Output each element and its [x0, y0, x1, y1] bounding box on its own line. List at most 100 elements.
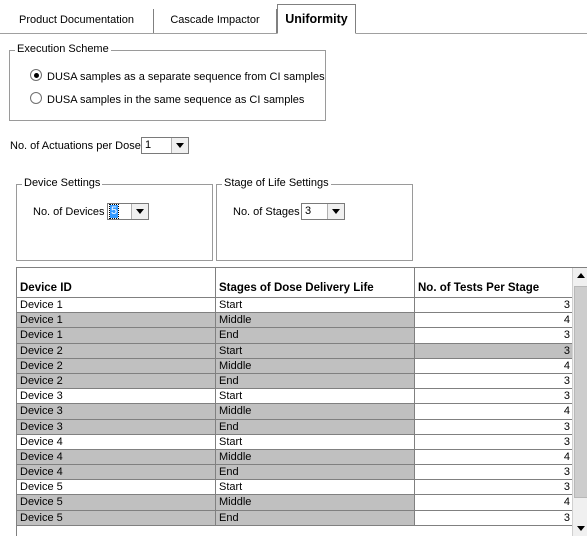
- cell-device-id[interactable]: Device 4: [17, 449, 216, 466]
- cell-tests-per-stage[interactable]: 3: [415, 480, 573, 496]
- cell-text: 4: [563, 496, 570, 509]
- cell-tests-per-stage[interactable]: 4: [415, 495, 573, 511]
- devices-value: 5: [108, 204, 120, 219]
- scrollbar-thumb[interactable]: [574, 286, 587, 498]
- radio-button-checked-icon[interactable]: [30, 69, 42, 81]
- cell-stage[interactable]: End: [216, 328, 415, 344]
- cell-stage[interactable]: Middle: [216, 404, 415, 420]
- device-stage-table[interactable]: Device ID Stages of Dose Delivery Life N…: [16, 267, 587, 536]
- dropdown-button[interactable]: [131, 204, 148, 219]
- cell-tests-per-stage[interactable]: 3: [415, 434, 573, 450]
- stages-dropdown[interactable]: 3: [301, 203, 345, 220]
- cell-text: Device 1: [20, 314, 63, 327]
- dropdown-button[interactable]: [171, 138, 188, 153]
- scroll-up-button[interactable]: [573, 268, 587, 283]
- cell-text: 3: [563, 435, 570, 448]
- cell-device-id[interactable]: Device 1: [17, 328, 216, 344]
- table-row[interactable]: Device 2 End 3: [17, 373, 573, 390]
- cell-device-id[interactable]: Device 1: [17, 313, 216, 329]
- cell-device-id[interactable]: Device 3: [17, 389, 216, 405]
- cell-tests-per-stage[interactable]: 3: [415, 465, 573, 481]
- table-row[interactable]: Device 5 End 3: [17, 510, 573, 526]
- cell-device-id[interactable]: Device 5: [17, 495, 216, 511]
- radio-separate-sequence[interactable]: DUSA samples as a separate sequence from…: [30, 69, 325, 83]
- cell-text: Device 4: [20, 466, 63, 479]
- cell-tests-per-stage[interactable]: 4: [415, 404, 573, 420]
- table-row[interactable]: Device 2 Middle 4: [17, 358, 573, 374]
- cell-text: Device 3: [20, 390, 63, 403]
- cell-device-id[interactable]: Device 2: [17, 373, 216, 390]
- cell-device-id[interactable]: Device 3: [17, 404, 216, 420]
- table-row[interactable]: Device 4 End 3: [17, 465, 573, 481]
- cell-text: Device 2: [20, 344, 63, 357]
- cell-tests-per-stage[interactable]: 3: [415, 373, 573, 390]
- table-row[interactable]: Device 1 Start 3: [17, 298, 573, 314]
- cell-text: 3: [563, 420, 570, 433]
- radio-same-sequence[interactable]: DUSA samples in the same sequence as CI …: [30, 92, 304, 106]
- cell-tests-per-stage[interactable]: 3: [415, 298, 573, 314]
- cell-stage[interactable]: End: [216, 373, 415, 390]
- cell-stage[interactable]: Start: [216, 434, 415, 450]
- table-row[interactable]: Device 2 Start 3: [17, 343, 573, 359]
- radio-button-icon[interactable]: [30, 92, 42, 104]
- cell-stage[interactable]: Middle: [216, 495, 415, 511]
- cell-device-id[interactable]: Device 5: [17, 510, 216, 526]
- cell-stage[interactable]: End: [216, 465, 415, 481]
- table-row[interactable]: Device 1 End 3: [17, 328, 573, 344]
- cell-tests-per-stage[interactable]: 4: [415, 358, 573, 374]
- cell-stage[interactable]: Middle: [216, 449, 415, 466]
- cell-tests-per-stage[interactable]: 3: [415, 419, 573, 435]
- cell-tests-per-stage[interactable]: 3: [415, 328, 573, 344]
- cell-text: 4: [563, 314, 570, 327]
- cell-device-id[interactable]: Device 5: [17, 480, 216, 496]
- cell-tests-per-stage[interactable]: 3: [415, 389, 573, 405]
- tab-product-documentation[interactable]: Product Documentation: [0, 9, 154, 33]
- table-row[interactable]: Device 5 Start 3: [17, 480, 573, 496]
- table-row[interactable]: Device 1 Middle 4: [17, 313, 573, 329]
- arrow-down-icon: [577, 526, 585, 531]
- cell-tests-per-stage[interactable]: 4: [415, 449, 573, 466]
- cell-text: 4: [563, 405, 570, 418]
- cell-stage[interactable]: Middle: [216, 358, 415, 374]
- tab-label: Uniformity: [285, 12, 348, 26]
- table-row[interactable]: Device 3 Start 3: [17, 389, 573, 405]
- cell-stage[interactable]: End: [216, 419, 415, 435]
- table-row[interactable]: Device 5 Middle 4: [17, 495, 573, 511]
- cell-text: 3: [563, 299, 570, 311]
- cell-tests-per-stage[interactable]: 3: [415, 510, 573, 526]
- cell-text: Middle: [219, 359, 252, 372]
- column-header-device-id[interactable]: Device ID: [17, 268, 216, 298]
- cell-text: End: [219, 511, 239, 524]
- cell-stage[interactable]: Start: [216, 298, 415, 314]
- cell-stage[interactable]: End: [216, 510, 415, 526]
- actuations-dropdown[interactable]: 1: [141, 137, 189, 154]
- execution-scheme-group: Execution Scheme DUSA samples as a separ…: [9, 43, 326, 121]
- cell-stage[interactable]: Start: [216, 389, 415, 405]
- cell-device-id[interactable]: Device 2: [17, 343, 216, 359]
- cell-device-id[interactable]: Device 3: [17, 419, 216, 435]
- cell-device-id[interactable]: Device 1: [17, 298, 216, 314]
- cell-tests-per-stage[interactable]: 3: [415, 343, 573, 359]
- cell-device-id[interactable]: Device 2: [17, 358, 216, 374]
- cell-stage[interactable]: Start: [216, 480, 415, 496]
- cell-device-id[interactable]: Device 4: [17, 434, 216, 450]
- tab-cascade-impactor[interactable]: Cascade Impactor: [154, 9, 277, 33]
- table-row[interactable]: Device 3 End 3: [17, 419, 573, 435]
- table-row[interactable]: Device 4 Start 3: [17, 434, 573, 450]
- devices-dropdown[interactable]: 5: [107, 203, 149, 220]
- cell-tests-per-stage[interactable]: 4: [415, 313, 573, 329]
- column-header-stages[interactable]: Stages of Dose Delivery Life: [216, 268, 415, 298]
- scroll-down-button[interactable]: [573, 521, 587, 536]
- cell-stage[interactable]: Middle: [216, 313, 415, 329]
- cell-stage[interactable]: Start: [216, 343, 415, 359]
- table-row[interactable]: Device 4 Middle 4: [17, 449, 573, 466]
- dropdown-button[interactable]: [327, 204, 344, 219]
- tab-label: Product Documentation: [19, 14, 134, 26]
- cell-text: Device 1: [20, 329, 63, 342]
- vertical-scrollbar[interactable]: [572, 268, 587, 536]
- tab-uniformity[interactable]: Uniformity: [277, 4, 356, 34]
- cell-device-id[interactable]: Device 4: [17, 465, 216, 481]
- cell-text: Device 5: [20, 481, 63, 494]
- column-header-tests-per-stage[interactable]: No. of Tests Per Stage: [415, 268, 573, 298]
- table-row[interactable]: Device 3 Middle 4: [17, 404, 573, 420]
